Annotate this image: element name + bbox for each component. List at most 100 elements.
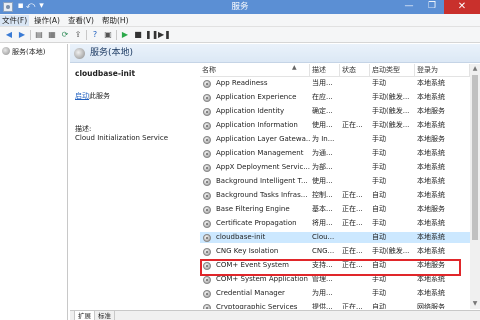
close-button[interactable]: ✕ (444, 0, 480, 14)
service-description: 为部... (312, 163, 333, 171)
table-row[interactable]: Application Information 使用... 正在... 手动(触发..… (200, 120, 470, 131)
service-description: 在应... (312, 93, 333, 101)
service-name: Application Experience (216, 93, 297, 101)
table-row[interactable]: Background Intelligent T... 使用... 手动 本地系统 (200, 176, 470, 187)
service-name: Application Management (216, 149, 304, 157)
service-log-on-as: 本地系统 (417, 289, 445, 297)
table-row[interactable]: CNG Key Isolation CNG... 正在... 手动(触发... 本地系统 (200, 246, 470, 257)
toolbar: ◀ ▶ ▤ ▦ ⟳ ⇪ ? ▣ ▶ ■ ❚❚ ▶❚ (0, 27, 480, 43)
table-row[interactable]: Cryptographic Services 提供... 正在... 自动 网络服务 (200, 302, 470, 309)
service-name: CNG Key Isolation (216, 247, 279, 255)
start-icon[interactable]: ▶ (119, 29, 131, 41)
table-row[interactable]: cloudbase-init Clou... 自动 本地系统 (200, 232, 470, 243)
column-header-description[interactable]: 描述 (310, 64, 340, 76)
table-row[interactable]: Credential Manager 为用... 手动 本地系统 (200, 288, 470, 299)
console-tree-icon[interactable]: ▤ (33, 29, 45, 41)
tab-standard[interactable]: 标准 (94, 311, 115, 320)
service-gear-icon (203, 276, 211, 284)
service-gear-icon (203, 220, 211, 228)
scroll-down-icon[interactable]: ▼ (470, 299, 480, 309)
service-startup-type: 手动(触发... (372, 107, 410, 115)
scroll-up-icon[interactable]: ▲ (470, 64, 480, 74)
service-status (342, 162, 370, 173)
service-log-on-as: 本地系统 (417, 93, 445, 101)
properties-sheet-icon[interactable]: ▣ (102, 29, 114, 41)
service-status: 正在... (342, 247, 363, 255)
menu-action[interactable]: 操作(A) (32, 15, 62, 26)
refresh-icon[interactable]: ⟳ (59, 29, 71, 41)
tree-item-services-local[interactable]: 服务(本地) (2, 47, 45, 57)
table-row[interactable]: Certificate Propagation 将用... 正在... 手动 本地系统 (200, 218, 470, 229)
service-startup-type: 手动 (372, 219, 386, 227)
table-row[interactable]: Application Layer Gatewa... 为 In... 手动 本地服务 (200, 134, 470, 145)
service-description: 将用... (312, 219, 333, 227)
menu-view[interactable]: 查看(V) (66, 15, 96, 26)
service-log-on-as: 网络服务 (417, 303, 445, 309)
forward-icon[interactable]: ▶ (16, 29, 28, 41)
pane-title: 服务(本地) (90, 48, 134, 58)
service-log-on-as: 本地系统 (417, 121, 445, 129)
service-description: 使用... (312, 121, 333, 129)
stop-icon[interactable]: ■ (132, 29, 144, 41)
start-service-link[interactable]: 启动 (75, 92, 89, 100)
scroll-thumb[interactable] (472, 75, 478, 240)
column-header-log-on-as[interactable]: 登录为 (415, 64, 470, 76)
service-name: App Readiness (216, 79, 268, 87)
service-gear-icon (203, 108, 211, 116)
table-row[interactable]: Background Tasks Infras... 控制... 正在... 自动 本地… (200, 190, 470, 201)
gear-icon (74, 48, 85, 59)
service-gear-icon (203, 304, 211, 309)
description-label: 描述: (75, 125, 92, 133)
service-name: Application Layer Gatewa... (216, 135, 310, 143)
gear-icon (2, 47, 10, 55)
service-startup-type: 自动 (372, 233, 386, 241)
service-description: CNG... (312, 247, 335, 255)
selected-service-name: cloudbase-init (75, 69, 136, 78)
service-name: Credential Manager (216, 289, 285, 297)
vertical-scrollbar[interactable]: ▲ ▼ (470, 64, 480, 309)
service-status (342, 78, 370, 89)
description-panel: cloudbase-init 启动此服务 描述: Cloud Initializ… (70, 64, 198, 309)
service-startup-type: 自动 (372, 205, 386, 213)
services-pane: 服务(本地) cloudbase-init 启动此服务 描述: Cloud In… (70, 44, 480, 320)
service-startup-type: 自动 (372, 191, 386, 199)
export-icon[interactable]: ⇪ (72, 29, 84, 41)
service-description: 基本... (312, 205, 333, 213)
service-name: Certificate Propagation (216, 219, 297, 227)
service-name: Application Information (216, 121, 298, 129)
service-description: Clou... (312, 233, 335, 241)
tab-extended[interactable]: 扩展 (74, 311, 95, 320)
table-row[interactable]: Application Identity 确定... 手动(触发... 本地服务 (200, 106, 470, 117)
highlight-box (200, 259, 461, 276)
service-log-on-as: 本地系统 (417, 219, 445, 227)
table-row[interactable]: Application Management 为通... 手动 本地系统 (200, 148, 470, 159)
service-name: Base Filtering Engine (216, 205, 290, 213)
table-row[interactable]: App Readiness 当用... 手动 本地系统 (200, 78, 470, 89)
service-status (342, 288, 370, 299)
column-header-startup-type[interactable]: 启动类型 (370, 64, 415, 76)
service-status: 正在... (342, 191, 363, 199)
table-row[interactable]: Application Experience 在应... 手动(触发... 本地系统 (200, 92, 470, 103)
service-description: 控制... (312, 191, 333, 199)
pause-icon[interactable]: ❚❚ (145, 29, 158, 41)
description-text: Cloud Initialization Service (75, 134, 169, 142)
service-status (342, 134, 370, 145)
minimize-button[interactable]: — (398, 0, 420, 14)
service-status (342, 148, 370, 159)
column-header-status[interactable]: 状态 (340, 64, 370, 76)
title-bar: ▪ ⤺ ▾ 服务 — ❐ ✕ (0, 0, 480, 14)
menu-help[interactable]: 帮助(H) (100, 15, 131, 26)
service-gear-icon (203, 122, 211, 130)
help-icon[interactable]: ? (89, 29, 101, 41)
header-divider (200, 76, 470, 77)
service-startup-type: 手动 (372, 135, 386, 143)
table-row[interactable]: Base Filtering Engine 基本... 正在... 自动 本地服务 (200, 204, 470, 215)
maximize-button[interactable]: ❐ (421, 0, 443, 14)
menu-file[interactable]: 文件(F) (0, 15, 30, 26)
restart-icon[interactable]: ▶❚ (158, 29, 171, 41)
table-row[interactable]: AppX Deployment Servic... 为部... 手动 本地系统 (200, 162, 470, 173)
properties-icon[interactable]: ▦ (46, 29, 58, 41)
service-gear-icon (203, 234, 211, 242)
service-startup-type: 手动(触发... (372, 121, 410, 129)
back-icon[interactable]: ◀ (3, 29, 15, 41)
